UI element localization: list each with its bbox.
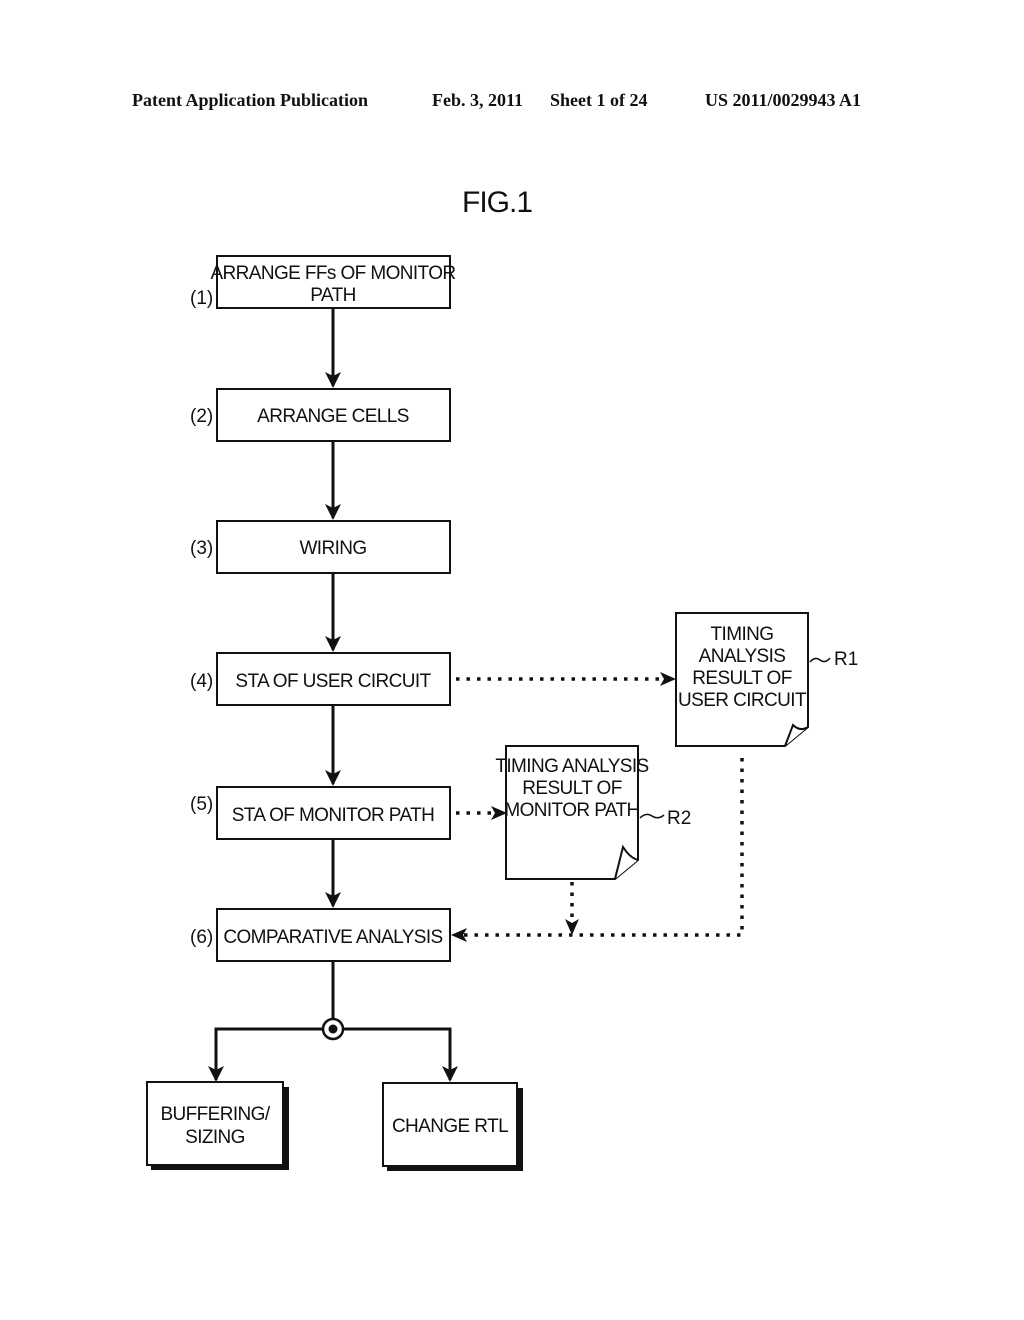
buffering-line-1: BUFFERING/: [160, 1104, 270, 1125]
step-1-line-2: PATH: [310, 285, 355, 306]
R2-line-2: RESULT OF: [522, 778, 621, 799]
change-rtl-text: CHANGE RTL: [392, 1116, 508, 1137]
buffering-line-2: SIZING: [185, 1127, 245, 1148]
step-3: WIRING (3): [190, 520, 451, 574]
step-6-label: (6): [190, 927, 213, 948]
step-4: STA OF USER CIRCUIT (4): [190, 652, 451, 706]
document-R2: TIMING ANALYSIS RESULT OF MONITOR PATH R…: [495, 745, 691, 880]
R1-leader-line: [809, 657, 831, 663]
step-3-text: WIRING: [299, 538, 366, 559]
arrow-to-buffering: [208, 1027, 323, 1082]
branch-junction-icon: [321, 1017, 345, 1041]
R1-line-4: USER CIRCUIT: [678, 690, 807, 711]
document-R1: TIMING ANALYSIS RESULT OF USER CIRCUIT R…: [675, 612, 858, 747]
R2-line-1: TIMING ANALYSIS: [495, 756, 648, 777]
step-2-label: (2): [190, 406, 213, 427]
outcome-buffering-sizing: BUFFERING/ SIZING: [146, 1081, 289, 1170]
step-5: STA OF MONITOR PATH (5): [190, 786, 451, 840]
step-2-text: ARRANGE CELLS: [257, 406, 409, 427]
outcome-change-rtl: CHANGE RTL: [382, 1082, 523, 1171]
step-1-line-1: ARRANGE FFs OF MONITOR: [210, 263, 455, 284]
step-3-label: (3): [190, 538, 213, 559]
R2-ref-label: R2: [667, 808, 691, 829]
step-6: COMPARATIVE ANALYSIS (6): [190, 908, 451, 962]
R1-line-2: ANALYSIS: [699, 646, 786, 667]
step-5-text: STA OF MONITOR PATH: [232, 805, 435, 826]
step-1-label: (1): [190, 288, 213, 309]
step-1: ARRANGE FFs OF MONITOR PATH (1): [190, 255, 456, 309]
step-2: ARRANGE CELLS (2): [190, 388, 451, 442]
R1-line-1: TIMING: [711, 624, 774, 645]
R2-leader-line: [639, 813, 665, 819]
step-6-text: COMPARATIVE ANALYSIS: [223, 927, 442, 948]
arrow-to-change-rtl: [343, 1027, 458, 1082]
R2-line-3: MONITOR PATH: [504, 800, 639, 821]
flowchart: ARRANGE FFs OF MONITOR PATH (1) ARRANGE …: [146, 255, 858, 1171]
R1-line-3: RESULT OF: [692, 668, 791, 689]
step-4-text: STA OF USER CIRCUIT: [235, 671, 431, 692]
R1-ref-label: R1: [834, 649, 858, 670]
step-5-label: (5): [190, 794, 213, 815]
step-4-label: (4): [190, 671, 213, 692]
